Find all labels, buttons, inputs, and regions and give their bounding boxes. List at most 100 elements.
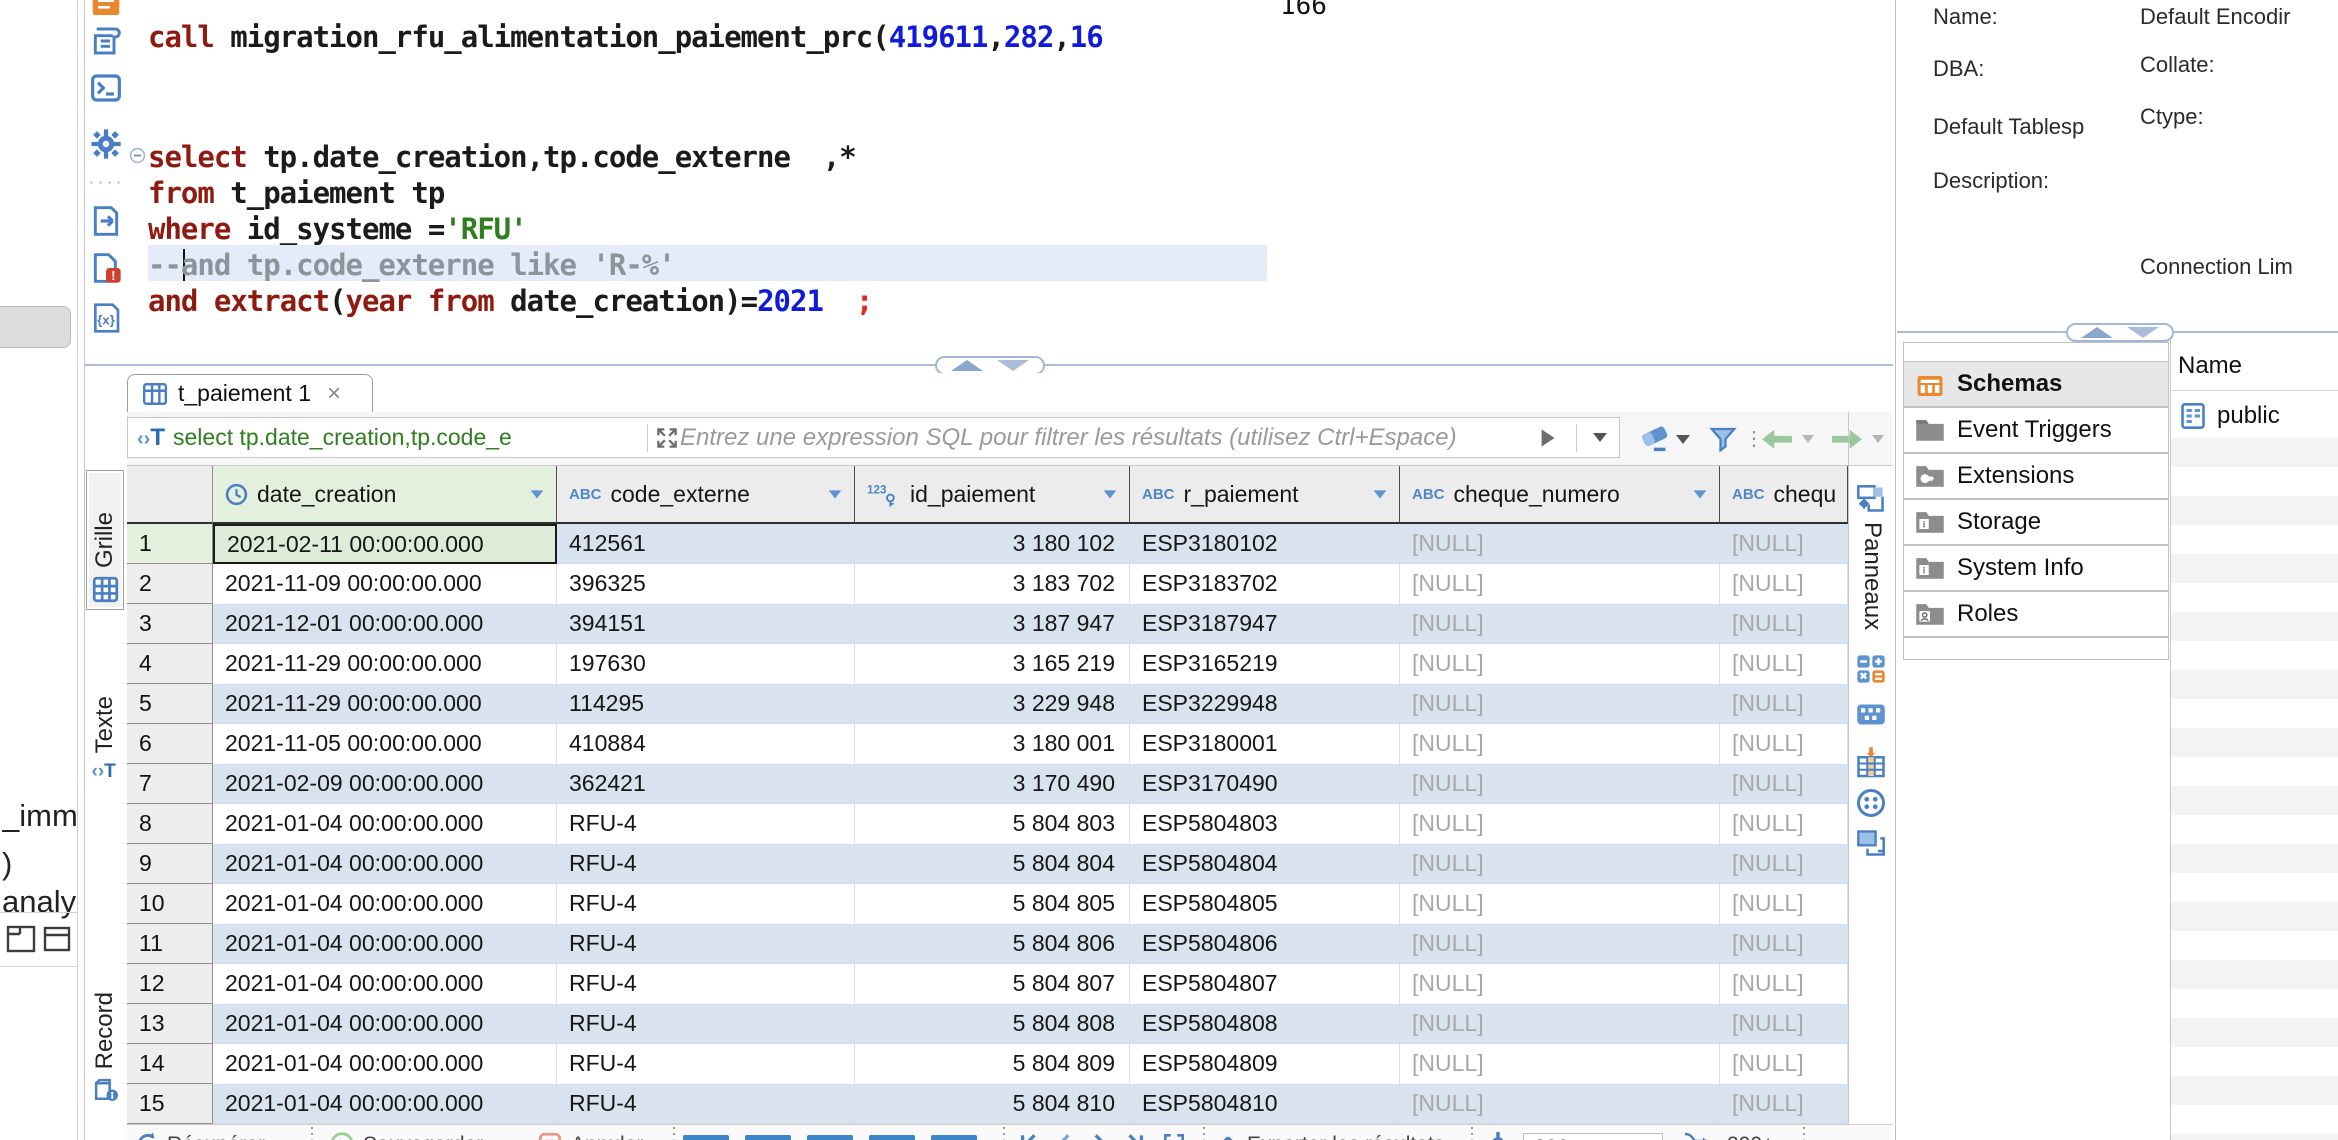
- settings-gear-icon[interactable]: [1485, 1131, 1511, 1140]
- row-number[interactable]: 5: [127, 684, 213, 724]
- next-result-icon[interactable]: [1828, 427, 1866, 451]
- window-icon[interactable]: [42, 925, 72, 953]
- fetch-page-icon[interactable]: [683, 1135, 729, 1140]
- gear-icon[interactable]: [90, 128, 122, 160]
- table-cell[interactable]: 3 170 490: [855, 764, 1130, 804]
- save-status-icon[interactable]: [329, 1131, 355, 1140]
- script-icon[interactable]: [90, 25, 122, 57]
- table-row[interactable]: 12021-02-11 00:00:00.0004125613 180 102E…: [127, 524, 1848, 564]
- table-row[interactable]: 142021-01-04 00:00:00.000RFU-45 804 809E…: [127, 1044, 1848, 1084]
- table-row[interactable]: 62021-11-05 00:00:00.0004108843 180 001E…: [127, 724, 1848, 764]
- table-row[interactable]: 52021-11-29 00:00:00.0001142953 229 948E…: [127, 684, 1848, 724]
- panels-settings-icon[interactable]: [1856, 484, 1886, 514]
- filter-input[interactable]: ‹›T select tp.date_creation,tp.code_e En…: [127, 417, 1620, 458]
- references-panel-icon[interactable]: [1856, 788, 1886, 818]
- table-cell[interactable]: [NULL]: [1400, 764, 1720, 804]
- fetch-page-icon[interactable]: [931, 1135, 977, 1140]
- table-cell[interactable]: 396325: [557, 564, 855, 604]
- table-cell[interactable]: ESP3180102: [1130, 524, 1400, 564]
- fetch-page-icon[interactable]: [869, 1135, 915, 1140]
- table-cell[interactable]: 3 187 947: [855, 604, 1130, 644]
- row-number[interactable]: 14: [127, 1044, 213, 1084]
- table-cell[interactable]: 197630: [557, 644, 855, 684]
- row-number[interactable]: 10: [127, 884, 213, 924]
- table-cell[interactable]: 2021-01-04 00:00:00.000: [213, 804, 557, 844]
- table-cell[interactable]: 410884: [557, 724, 855, 764]
- filter-history-icon[interactable]: [1593, 433, 1607, 442]
- fetch-size-input[interactable]: 200: [1523, 1133, 1663, 1140]
- table-cell[interactable]: RFU-4: [557, 924, 855, 964]
- row-number[interactable]: 7: [127, 764, 213, 804]
- table-cell[interactable]: [NULL]: [1720, 524, 1848, 564]
- table-cell[interactable]: RFU-4: [557, 844, 855, 884]
- apply-filter-icon[interactable]: [1534, 425, 1560, 451]
- calculator-panel-icon[interactable]: [1856, 654, 1886, 684]
- table-cell[interactable]: [NULL]: [1720, 1044, 1848, 1084]
- table-cell[interactable]: ESP5804804: [1130, 844, 1400, 884]
- table-row[interactable]: 112021-01-04 00:00:00.000RFU-45 804 806E…: [127, 924, 1848, 964]
- fetch-all-icon[interactable]: [1683, 1131, 1709, 1140]
- table-cell[interactable]: 2021-01-04 00:00:00.000: [213, 924, 557, 964]
- table-row[interactable]: 82021-01-04 00:00:00.000RFU-45 804 803ES…: [127, 804, 1848, 844]
- table-cell[interactable]: [NULL]: [1400, 724, 1720, 764]
- table-cell[interactable]: 3 183 702: [855, 564, 1130, 604]
- fold-collapse-icon[interactable]: [129, 147, 146, 164]
- tree-item-schemas[interactable]: Schemas: [1903, 361, 2169, 407]
- view-tab-texte[interactable]: Texte‹›T: [86, 634, 124, 794]
- table-cell[interactable]: [NULL]: [1400, 844, 1720, 884]
- next-result-menu-icon[interactable]: [1872, 435, 1884, 443]
- table-cell[interactable]: 2021-01-04 00:00:00.000: [213, 884, 557, 924]
- row-number[interactable]: 13: [127, 1004, 213, 1044]
- table-cell[interactable]: 394151: [557, 604, 855, 644]
- table-cell[interactable]: 2021-11-29 00:00:00.000: [213, 684, 557, 724]
- window-layout-icon[interactable]: [6, 925, 36, 953]
- row-number[interactable]: 3: [127, 604, 213, 644]
- value-viewer-panel-icon[interactable]: [1856, 702, 1886, 732]
- table-row[interactable]: 92021-01-04 00:00:00.000RFU-45 804 804ES…: [127, 844, 1848, 884]
- column-header-id_paiement[interactable]: 123id_paiement: [855, 466, 1130, 524]
- table-cell[interactable]: ESP5804803: [1130, 804, 1400, 844]
- background-window-tab[interactable]: [0, 306, 71, 348]
- table-cell[interactable]: 2021-11-29 00:00:00.000: [213, 644, 557, 684]
- view-tab-record[interactable]: Record: [86, 968, 124, 1110]
- table-cell[interactable]: 5 804 809: [855, 1044, 1130, 1084]
- table-row[interactable]: 152021-01-04 00:00:00.000RFU-45 804 810E…: [127, 1084, 1848, 1124]
- row-number[interactable]: 6: [127, 724, 213, 764]
- table-cell[interactable]: 2021-01-04 00:00:00.000: [213, 1004, 557, 1044]
- table-cell[interactable]: ESP5804805: [1130, 884, 1400, 924]
- row-number[interactable]: 15: [127, 1084, 213, 1124]
- table-cell[interactable]: 3 180 102: [855, 524, 1130, 564]
- table-cell[interactable]: 5 804 804: [855, 844, 1130, 884]
- table-cell[interactable]: 2021-01-04 00:00:00.000: [213, 964, 557, 1004]
- table-cell[interactable]: [NULL]: [1720, 764, 1848, 804]
- table-cell[interactable]: RFU-4: [557, 884, 855, 924]
- column-filter-icon[interactable]: [1371, 485, 1389, 503]
- table-cell[interactable]: ESP5804807: [1130, 964, 1400, 1004]
- clear-filter-icon[interactable]: [1640, 424, 1670, 454]
- table-cell[interactable]: 362421: [557, 764, 855, 804]
- column-filter-icon[interactable]: [528, 485, 546, 503]
- previous-result-menu-icon[interactable]: [1802, 435, 1814, 443]
- fetch-page-icon[interactable]: [807, 1135, 853, 1140]
- table-cell[interactable]: ESP3170490: [1130, 764, 1400, 804]
- table-cell[interactable]: ESP5804809: [1130, 1044, 1400, 1084]
- fetch-page-icon[interactable]: [745, 1135, 791, 1140]
- column-filter-icon[interactable]: [826, 485, 844, 503]
- table-row[interactable]: 122021-01-04 00:00:00.000RFU-45 804 807E…: [127, 964, 1848, 1004]
- row-number[interactable]: 11: [127, 924, 213, 964]
- table-cell[interactable]: ESP5804808: [1130, 1004, 1400, 1044]
- table-cell[interactable]: [NULL]: [1720, 684, 1848, 724]
- table-cell[interactable]: [NULL]: [1720, 604, 1848, 644]
- filter-settings-icon[interactable]: [1708, 424, 1738, 454]
- row-number[interactable]: 2: [127, 564, 213, 604]
- table-cell[interactable]: RFU-4: [557, 1044, 855, 1084]
- table-cell[interactable]: ESP3165219: [1130, 644, 1400, 684]
- table-cell[interactable]: 114295: [557, 684, 855, 724]
- table-cell[interactable]: 2021-01-04 00:00:00.000: [213, 844, 557, 884]
- table-cell[interactable]: [NULL]: [1400, 964, 1720, 1004]
- table-cell[interactable]: [NULL]: [1400, 564, 1720, 604]
- export-up-icon[interactable]: [1215, 1131, 1241, 1140]
- table-row[interactable]: 42021-11-29 00:00:00.0001976303 165 219E…: [127, 644, 1848, 684]
- table-cell[interactable]: [NULL]: [1720, 964, 1848, 1004]
- column-header-cheque_numero[interactable]: ABCcheque_numero: [1400, 466, 1720, 524]
